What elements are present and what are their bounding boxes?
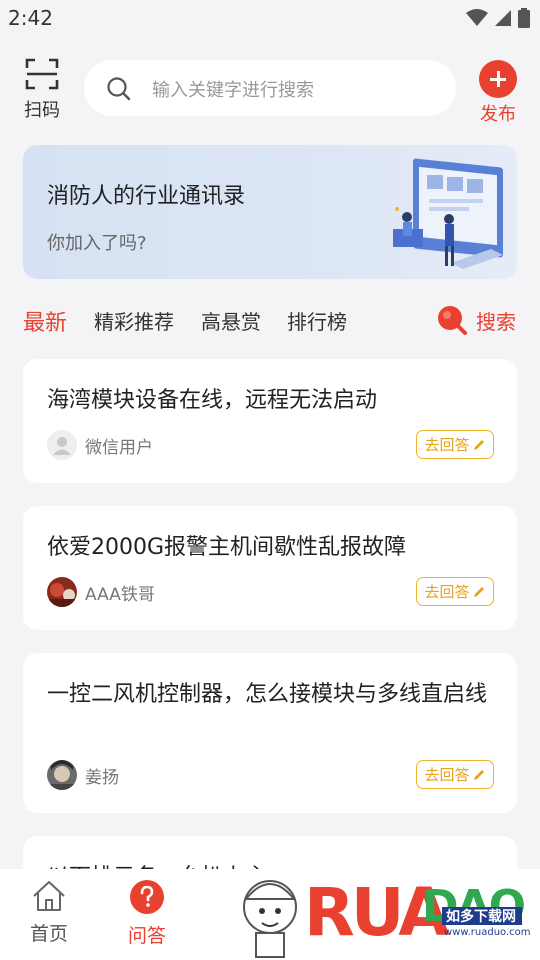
publish-button[interactable]: 发布 (476, 60, 520, 126)
publish-label: 发布 (480, 104, 516, 125)
question-author: 微信用户 (47, 430, 153, 460)
nav-home[interactable]: 首页 (19, 879, 79, 946)
author-name: 微信用户 (85, 437, 153, 458)
answer-label: 去回答 (424, 436, 470, 454)
status-time: 2:42 (8, 6, 53, 30)
answer-button[interactable]: 去回答 (416, 760, 494, 789)
question-card[interactable]: 海湾模块设备在线，远程无法启动 微信用户 去回答 (23, 359, 517, 483)
pencil-icon (473, 769, 484, 780)
tab-ranking[interactable]: 排行榜 (287, 306, 347, 335)
signal-icon (495, 10, 511, 26)
search-input[interactable]: 输入关键字进行搜索 (84, 60, 456, 116)
home-icon (33, 881, 65, 911)
scan-label: 扫码 (24, 100, 60, 121)
nav-qa-label: 问答 (127, 925, 166, 947)
pencil-icon (473, 439, 484, 450)
status-icons (466, 8, 530, 28)
answer-button[interactable]: 去回答 (416, 577, 494, 606)
search-icon (107, 77, 131, 101)
tab-recommended[interactable]: 精彩推荐 (94, 306, 174, 335)
wifi-icon (466, 9, 488, 26)
banner-title: 消防人的行业通讯录 (47, 184, 246, 209)
question-title: 一控二风机控制器，怎么接模块与多线直启线 (47, 682, 488, 707)
banner-illustration (393, 158, 503, 269)
question-icon (130, 880, 164, 914)
user-photo-icon (47, 760, 77, 790)
answer-button[interactable]: 去回答 (416, 430, 494, 459)
user-photo-icon (47, 583, 77, 607)
question-author: AAA铁哥 (47, 577, 155, 607)
answer-label: 去回答 (424, 583, 470, 601)
tabs-search-button[interactable]: 搜索 (436, 304, 516, 336)
default-avatar-icon (53, 437, 71, 455)
promo-banner[interactable]: 消防人的行业通讯录 你加入了吗? (23, 145, 517, 279)
search-placeholder: 输入关键字进行搜索 (152, 80, 314, 101)
avatar (47, 760, 77, 790)
answer-label: 去回答 (424, 766, 470, 784)
watermark-image: RUA DAO 如多下载网 www.ruaduo.com (243, 874, 531, 958)
author-name: AAA铁哥 (85, 584, 155, 605)
nav-qa[interactable]: 问答 (117, 879, 177, 948)
search-circle-icon (438, 306, 467, 335)
avatar (47, 430, 77, 460)
pencil-icon (473, 586, 484, 597)
tabs-search-label: 搜索 (476, 309, 516, 334)
author-name: 姜扬 (85, 767, 119, 788)
nav-home-label: 首页 (29, 923, 68, 945)
top-bar: 扫码 输入关键字进行搜索 发布 (0, 52, 540, 126)
battery-icon (518, 8, 530, 28)
category-tabs: 最新 精彩推荐 高悬赏 排行榜 搜索 (0, 300, 540, 340)
tab-high-reward[interactable]: 高悬赏 (201, 306, 261, 335)
plus-icon (479, 60, 517, 98)
watermark-logo: RUA DAO 如多下载网 www.ruaduo.com (236, 855, 536, 960)
svg-text:www.ruaduo.com: www.ruaduo.com (444, 927, 531, 938)
question-card[interactable]: 依爱2000G报警主机间歇性乱报故障 AAA铁哥 去回答 (23, 506, 517, 630)
status-bar: 2:42 (0, 0, 540, 36)
banner-subtitle: 你加入了吗? (47, 233, 147, 254)
tab-latest[interactable]: 最新 (23, 305, 67, 337)
question-title: 海湾模块设备在线，远程无法启动 (47, 388, 378, 413)
scan-icon (25, 58, 59, 90)
question-card[interactable]: 一控二风机控制器，怎么接模块与多线直启线 姜扬 去回答 (23, 653, 517, 813)
question-author: 姜扬 (47, 760, 119, 790)
svg-text:如多下载网: 如多下载网 (446, 908, 516, 925)
scan-button[interactable]: 扫码 (20, 58, 64, 122)
question-title: 依爱2000G报警主机间歇性乱报故障 (47, 535, 407, 560)
avatar (47, 577, 77, 607)
